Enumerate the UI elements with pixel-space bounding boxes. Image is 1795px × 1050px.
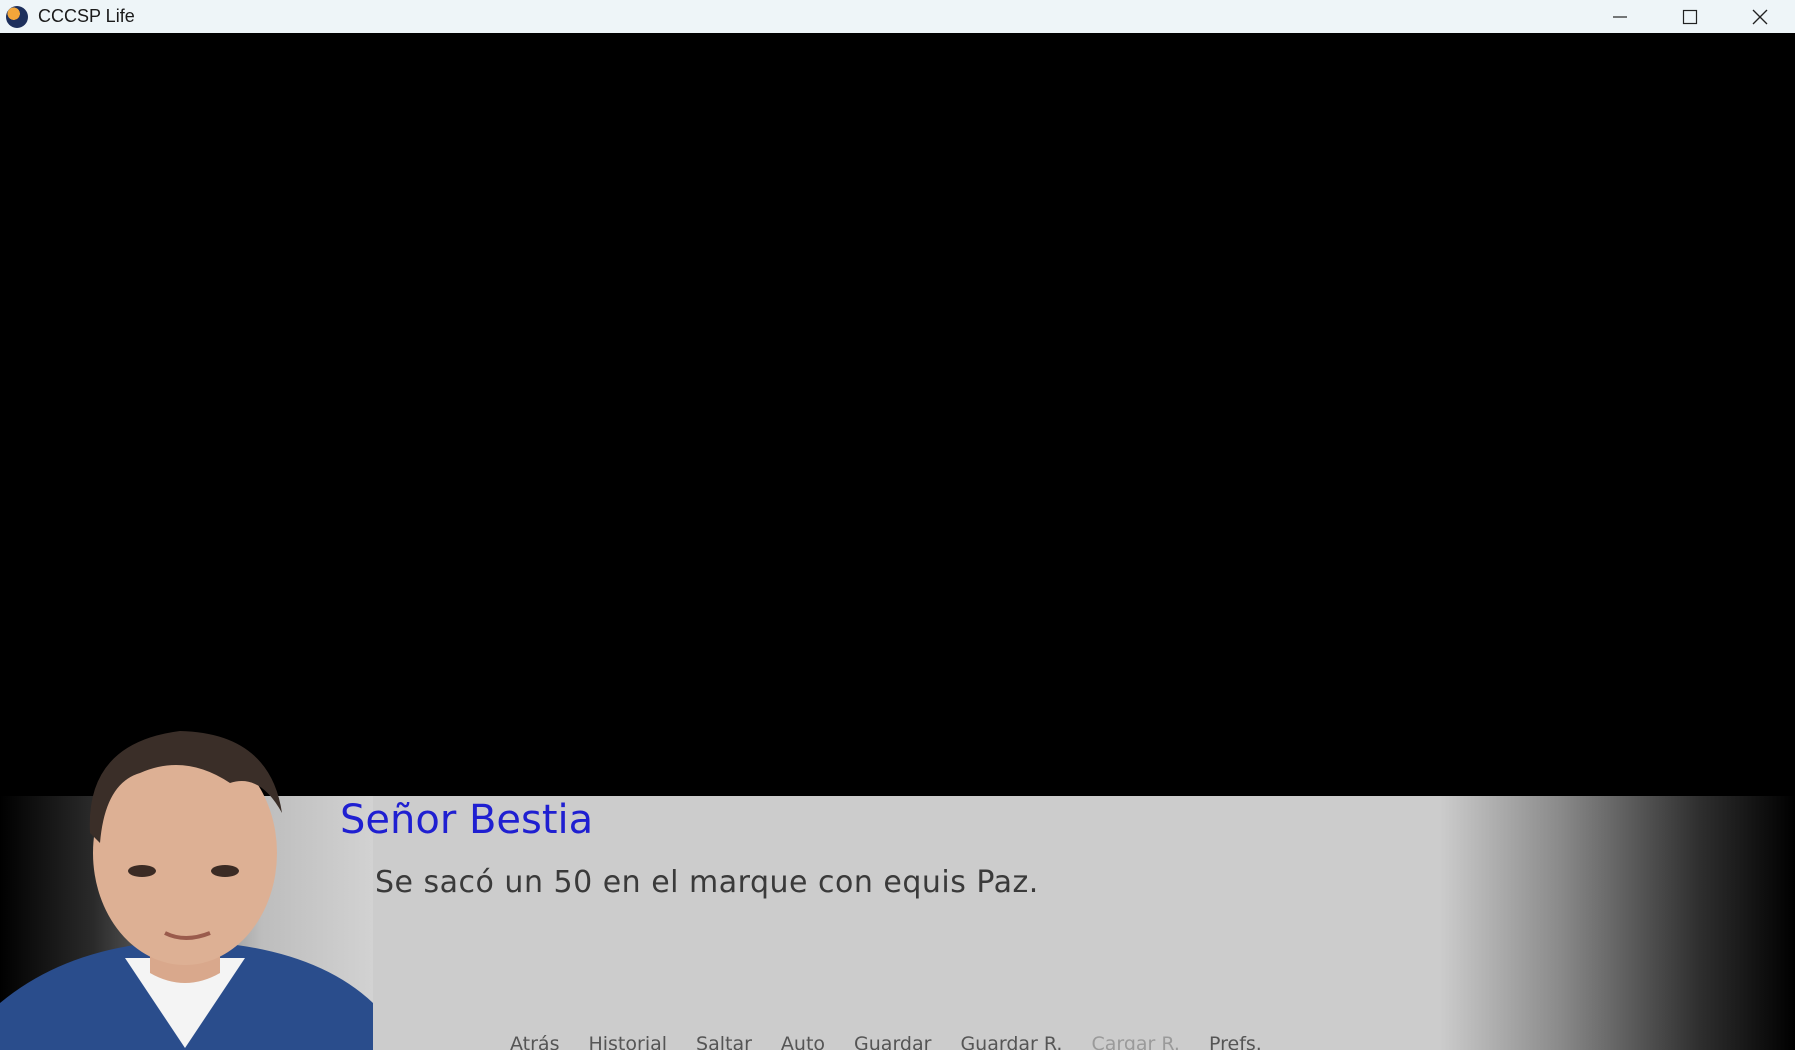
game-scene[interactable]: Señor Bestia Se sacó un 50 en el marque … (0, 33, 1795, 1050)
close-button[interactable] (1725, 0, 1795, 33)
window-controls (1585, 0, 1795, 33)
maximize-button[interactable] (1655, 0, 1725, 33)
window-title: CCCSP Life (38, 6, 135, 26)
quick-menu-history[interactable]: Historial (588, 1033, 667, 1050)
quick-menu-skip[interactable]: Saltar (696, 1033, 752, 1050)
speaker-name: Señor Bestia (340, 797, 594, 843)
quick-menu-auto[interactable]: Auto (781, 1033, 825, 1050)
quick-menu-prefs[interactable]: Prefs. (1209, 1033, 1262, 1050)
quick-menu-save[interactable]: Guardar (854, 1033, 931, 1050)
minimize-button[interactable] (1585, 0, 1655, 33)
window-titlebar: CCCSP Life (0, 0, 1795, 33)
quick-menu-back[interactable]: Atrás (510, 1033, 559, 1050)
maximize-icon (1682, 9, 1698, 24)
minimize-icon (1613, 15, 1627, 18)
quick-menu-quick-save[interactable]: Guardar R. (960, 1033, 1062, 1050)
close-icon (1752, 9, 1768, 24)
dialogue-text: Se sacó un 50 en el marque con equis Paz… (375, 865, 1039, 900)
character-portrait (0, 731, 373, 1050)
quick-menu: Atrás Historial Saltar Auto Guardar Guar… (510, 1033, 1262, 1050)
quick-menu-quick-load: Cargar R. (1091, 1033, 1180, 1050)
app-icon (6, 5, 28, 28)
